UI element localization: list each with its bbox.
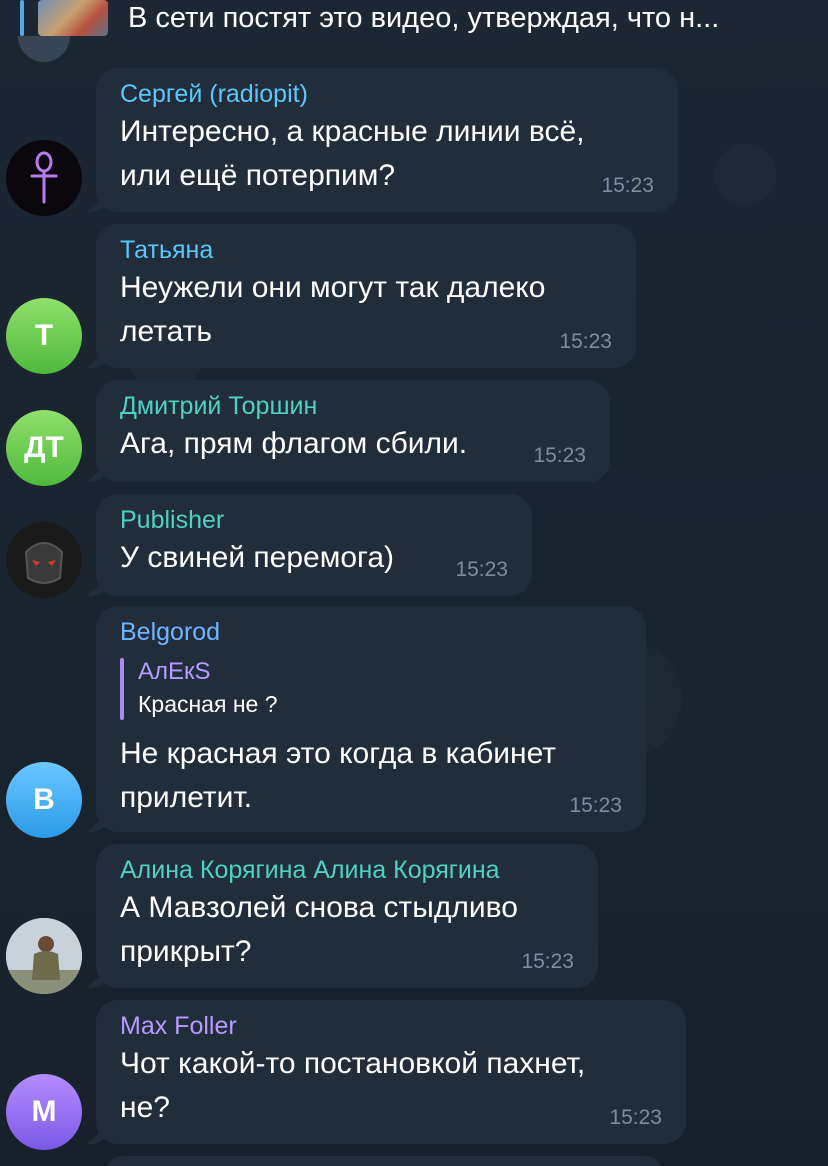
sender-name[interactable]: Max Foller — [120, 1010, 662, 1042]
message-text-line: летать — [120, 315, 212, 348]
message-text-line: Чот какой-то постановкой пахнет, — [120, 1047, 586, 1080]
message-time: 15:23 — [559, 330, 612, 353]
message-text-line: не? — [120, 1091, 170, 1124]
mask-icon — [6, 522, 82, 598]
reply-author: АлЕкS — [138, 658, 211, 685]
message-time: 15:23 — [521, 950, 574, 973]
reply-text: Красная не ? — [138, 691, 278, 717]
avatar[interactable]: M — [6, 1074, 82, 1150]
avatar[interactable] — [6, 140, 82, 216]
avatar[interactable]: Т — [6, 298, 82, 374]
avatar[interactable]: B — [6, 762, 82, 838]
avatar[interactable] — [6, 522, 82, 598]
sender-name[interactable]: Дмитрий Торшин — [120, 390, 586, 422]
sender-name[interactable]: Publisher — [120, 504, 508, 536]
message-text-line: Интересно, а красные линии всё, — [120, 115, 585, 148]
pinned-message-bar[interactable]: В сети постят это видео, утверждая, что … — [0, 0, 828, 46]
message-bubble[interactable]: Сергей (radiopit) Интересно, а красные л… — [86, 68, 678, 212]
avatar-initials: Т — [34, 319, 54, 352]
message-bubble[interactable]: Publisher У свиней перемога) 15:23 — [86, 494, 532, 596]
avatar-initials: M — [31, 1095, 57, 1128]
message-text-line: Неужели они могут так далеко — [120, 271, 546, 304]
message-bubble[interactable]: Татьяна Неужели они могут так далеко лет… — [86, 224, 636, 368]
ankh-icon — [6, 140, 82, 216]
message-time: 15:23 — [609, 1106, 662, 1129]
message-text-line: А Мавзолей снова стыдливо — [120, 891, 518, 924]
avatar[interactable] — [6, 918, 82, 994]
video-thumbnail-icon — [38, 0, 108, 36]
photo-avatar-icon — [6, 918, 82, 994]
sender-name[interactable]: Belgorod — [120, 616, 622, 648]
reply-quote[interactable]: АлЕкS Красная не ? — [120, 654, 622, 724]
message-text-line: У свиней перемога) — [120, 541, 394, 574]
message-text-line: Не красная это когда в кабинет — [120, 737, 557, 770]
message-text-line: Ага, прям флагом сбили. — [120, 427, 468, 460]
message-time: 15:23 — [569, 794, 622, 817]
message-time: 15:23 — [455, 558, 508, 581]
message-bubble[interactable]: Дмитрий Торшин Ага, прям флагом сбили. 1… — [86, 380, 610, 482]
message-text-line: прилетит. — [120, 781, 253, 814]
sender-name[interactable]: Сергей (radiopit) — [120, 78, 654, 110]
avatar-initials: B — [33, 783, 55, 816]
avatar-initials: ДТ — [24, 431, 64, 464]
pinned-accent-line — [20, 0, 24, 36]
message-bubble — [104, 1156, 664, 1166]
message-text-line: или ещё потерпим? — [120, 159, 396, 192]
message-time: 15:23 — [601, 174, 654, 197]
message-bubble[interactable]: Max Foller Чот какой-то постановкой пахн… — [86, 1000, 686, 1144]
pinned-message-text: В сети постят это видео, утверждая, что … — [128, 2, 720, 34]
message-bubble[interactable]: Алина Корягина Алина Корягина А Мавзолей… — [86, 844, 598, 988]
message-bubble[interactable]: Belgorod АлЕкS Красная не ? Не красная э… — [86, 606, 646, 832]
sender-name[interactable]: Алина Корягина Алина Корягина — [120, 854, 574, 886]
message-time: 15:23 — [533, 444, 586, 467]
message-text-line: прикрыт? — [120, 935, 252, 968]
avatar[interactable]: ДТ — [6, 410, 82, 486]
sender-name[interactable]: Татьяна — [120, 234, 612, 266]
